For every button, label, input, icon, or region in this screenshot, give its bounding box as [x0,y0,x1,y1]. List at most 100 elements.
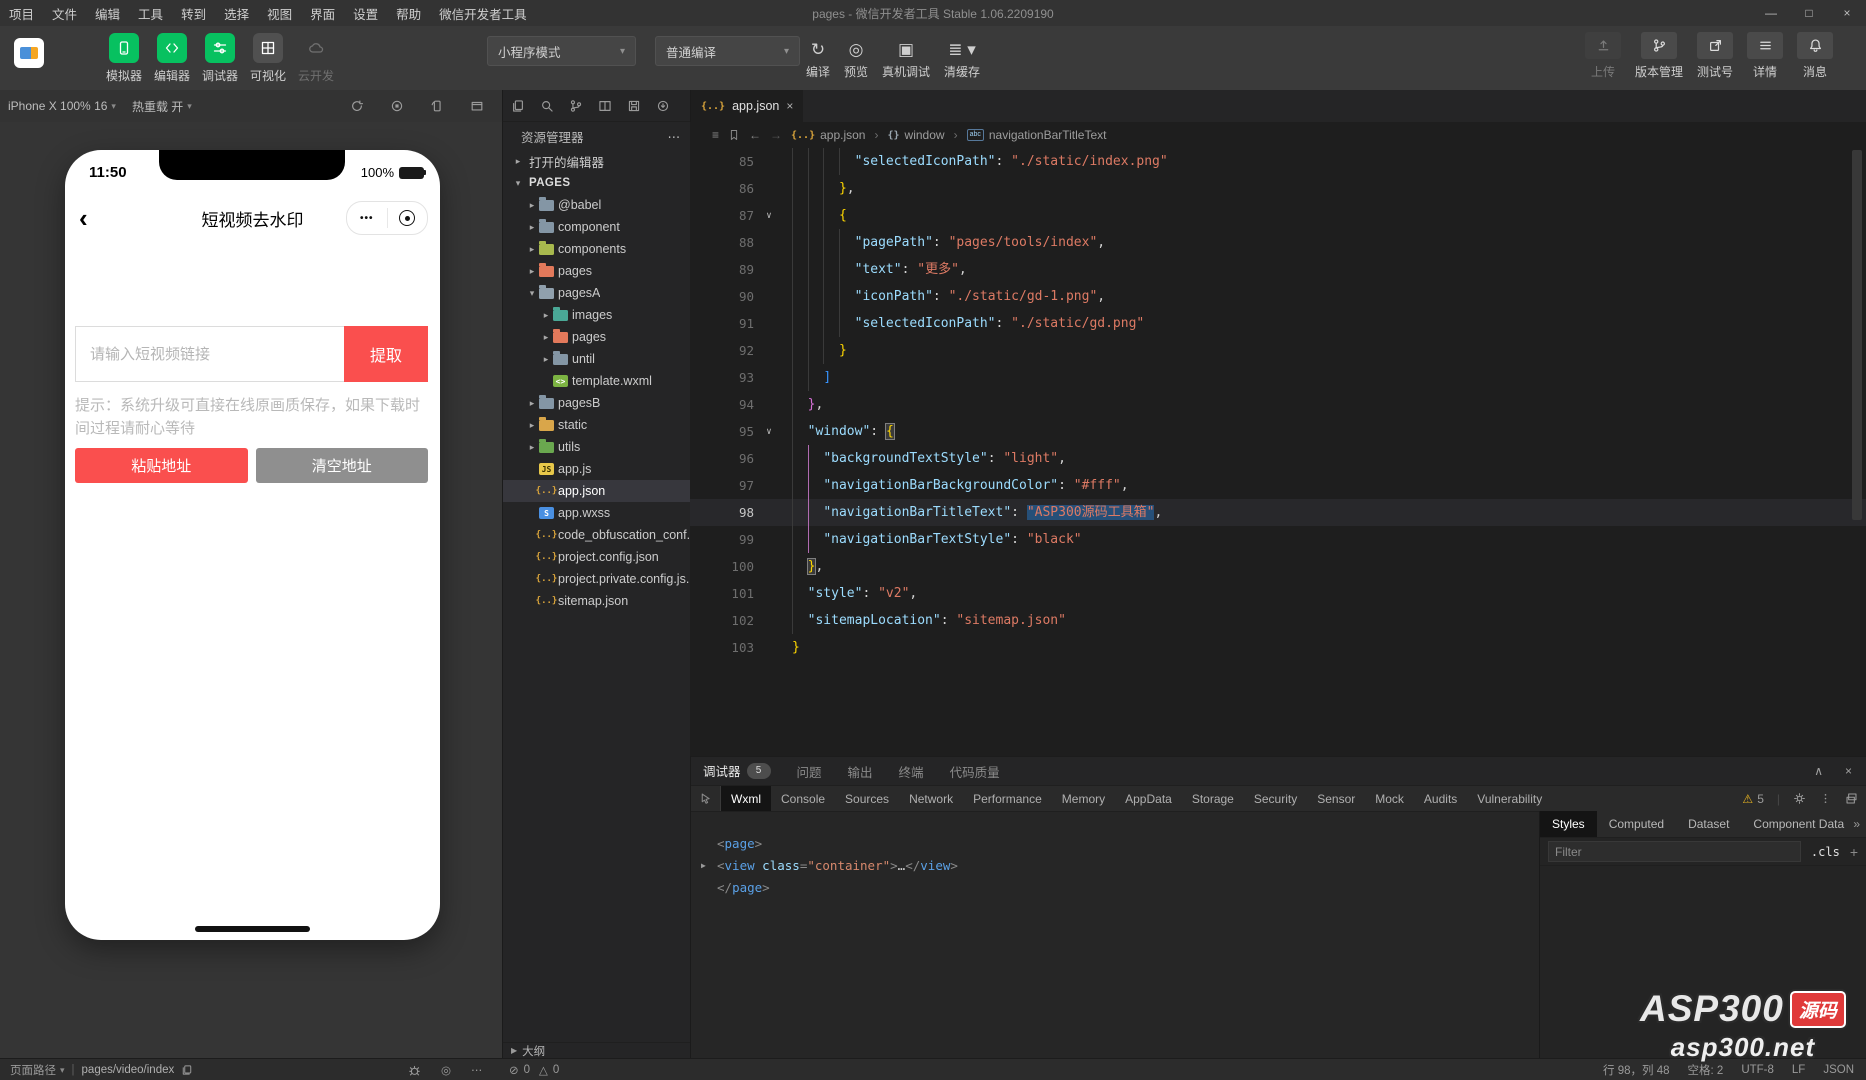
devtools-tab-wxml[interactable]: Wxml [721,786,771,811]
cursor-position[interactable]: 行 98，列 48 [1603,1062,1669,1078]
close-icon[interactable]: × [786,99,793,113]
tree-item-3[interactable]: ▸ component [503,216,690,238]
wxml-tree[interactable]: <page> ▶ <view class="container">…</view> <… [691,811,1539,1058]
cls-toggle[interactable]: .cls [1811,845,1840,859]
tree-item-7[interactable]: ▸ images [503,304,690,326]
language-mode[interactable]: JSON [1823,1064,1854,1076]
eye-icon[interactable]: ◎ [441,1063,451,1077]
inspect-icon[interactable] [691,786,721,811]
toolbar-button-1[interactable]: 编辑器 [148,33,196,84]
toolbar-right-1[interactable]: 版本管理 [1635,32,1683,80]
encoding[interactable]: UTF-8 [1741,1064,1774,1076]
debugger-tab-4[interactable]: 代码质量 [950,757,1000,785]
tree-item-1[interactable]: ▾ PAGES [503,172,690,194]
debugger-tab-3[interactable]: 终端 [899,757,924,785]
eol-setting[interactable]: LF [1792,1064,1805,1076]
breadcrumb-item-2[interactable]: abc navigationBarTitleText [966,128,1106,142]
refresh-icon[interactable] [350,99,364,113]
back-arrow-icon[interactable]: ← [749,128,761,142]
record-icon[interactable] [390,99,404,113]
tree-item-15[interactable]: {..} app.json [503,480,690,502]
compile-select[interactable]: 普通编译 ▾ [655,36,800,66]
extract-button[interactable]: 提取 [344,326,428,382]
devtools-tab-console[interactable]: Console [771,786,835,811]
menu-item-6[interactable]: 视图 [258,4,301,23]
copy-icon[interactable] [181,1064,193,1076]
tree-item-18[interactable]: {..} project.config.json [503,546,690,568]
tree-item-17[interactable]: {..} code_obfuscation_conf... [503,524,690,546]
devtools-tab-performance[interactable]: Performance [963,786,1052,811]
toolbar-right-4[interactable]: 消息 [1797,32,1834,80]
outline-icon[interactable]: ≡ [712,128,719,142]
action-button-1[interactable]: ◎ 预览 [844,34,868,80]
minimize-button[interactable]: — [1752,0,1790,26]
menu-item-9[interactable]: 帮助 [387,4,430,23]
collapse-icon[interactable]: ∧ [1814,764,1823,778]
tree-item-6[interactable]: ▾ pagesA [503,282,690,304]
sync-icon[interactable] [656,99,670,113]
tree-item-13[interactable]: ▸ utils [503,436,690,458]
styles-tab-dataset[interactable]: Dataset [1676,811,1741,837]
devtools-tab-appdata[interactable]: AppData [1115,786,1182,811]
styles-tab-component-data[interactable]: Component Data [1741,811,1856,837]
menu-item-3[interactable]: 工具 [129,4,172,23]
toolbar-right-3[interactable]: 详情 [1747,32,1784,80]
debugger-tab-0[interactable]: 调试器 5 [703,757,771,786]
toolbar-button-3[interactable]: 可视化 [244,33,292,84]
paste-address-button[interactable]: 粘贴地址 [75,448,248,483]
tree-item-5[interactable]: ▸ pages [503,260,690,282]
tree-item-11[interactable]: ▸ pagesB [503,392,690,414]
breadcrumb-item-0[interactable]: {..} app.json [791,128,865,142]
more-button[interactable]: ••• [347,202,387,234]
action-button-3[interactable]: ≣ ▾ 清缓存 [944,34,980,80]
more-tabs-icon[interactable]: » [1853,817,1860,831]
tree-item-16[interactable]: Sapp.wxss [503,502,690,524]
devtools-tab-storage[interactable]: Storage [1182,786,1244,811]
toolbar-button-0[interactable]: 模拟器 [100,33,148,84]
menu-item-8[interactable]: 设置 [344,4,387,23]
mode-select[interactable]: 小程序模式 ▾ [487,36,636,66]
bug-icon[interactable] [408,1064,421,1077]
outline-section[interactable]: ▶ 大纲 [502,1042,690,1058]
tree-item-0[interactable]: ▸ 打开的编辑器 [503,150,690,172]
dock-icon[interactable] [1845,792,1858,805]
menu-item-1[interactable]: 文件 [43,4,86,23]
action-button-2[interactable]: ▣ 真机调试 [882,34,930,80]
tree-item-4[interactable]: ▸ components [503,238,690,260]
dots-vertical-icon[interactable] [1819,792,1832,805]
tree-item-20[interactable]: {..} sitemap.json [503,590,690,612]
close-button[interactable]: × [1828,0,1866,26]
device-select[interactable]: iPhone X 100% 16 ▾ [0,99,124,113]
menu-item-10[interactable]: 微信开发者工具 [430,4,536,23]
tree-item-9[interactable]: ▸ until [503,348,690,370]
styles-tab-styles[interactable]: Styles [1540,811,1597,837]
problem-counts[interactable]: ⊘ 0 △ 0 [509,1063,559,1077]
menu-item-2[interactable]: 编辑 [86,4,129,23]
devtools-tab-sources[interactable]: Sources [835,786,899,811]
maximize-button[interactable]: □ [1790,0,1828,26]
code-editor[interactable]: 85 "selectedIconPath": "./static/index.p… [690,148,1866,756]
add-style-icon[interactable]: + [1850,844,1858,860]
menu-item-5[interactable]: 选择 [215,4,258,23]
bookmark-icon[interactable] [728,129,740,141]
devtools-tab-audits[interactable]: Audits [1414,786,1467,811]
toolbar-right-2[interactable]: 测试号 [1697,32,1733,80]
menu-item-7[interactable]: 界面 [301,4,344,23]
indent-setting[interactable]: 空格: 2 [1688,1062,1724,1078]
toolbar-button-4[interactable]: 云开发 [292,33,340,84]
page-path-select[interactable]: 页面路径 ▾ [10,1062,65,1078]
filter-input[interactable] [1548,841,1801,862]
avatar[interactable] [14,38,44,68]
tree-item-2[interactable]: ▸ @babel [503,194,690,216]
window-icon[interactable] [470,99,484,113]
branch-icon[interactable] [569,99,583,113]
more-icon[interactable]: ⋯ [471,1063,483,1077]
action-button-0[interactable]: ↻ 编译 [806,34,830,80]
expand-arrow-icon[interactable]: ▶ [701,855,706,877]
debugger-tab-2[interactable]: 输出 [848,757,873,785]
tree-item-19[interactable]: {..} project.private.config.js... [503,568,690,590]
search-icon[interactable] [540,99,554,113]
toolbar-right-0[interactable]: 上传 [1585,32,1621,80]
tab-app-json[interactable]: {..} app.json × [691,90,804,122]
devtools-tab-vulnerability[interactable]: Vulnerability [1467,786,1552,811]
